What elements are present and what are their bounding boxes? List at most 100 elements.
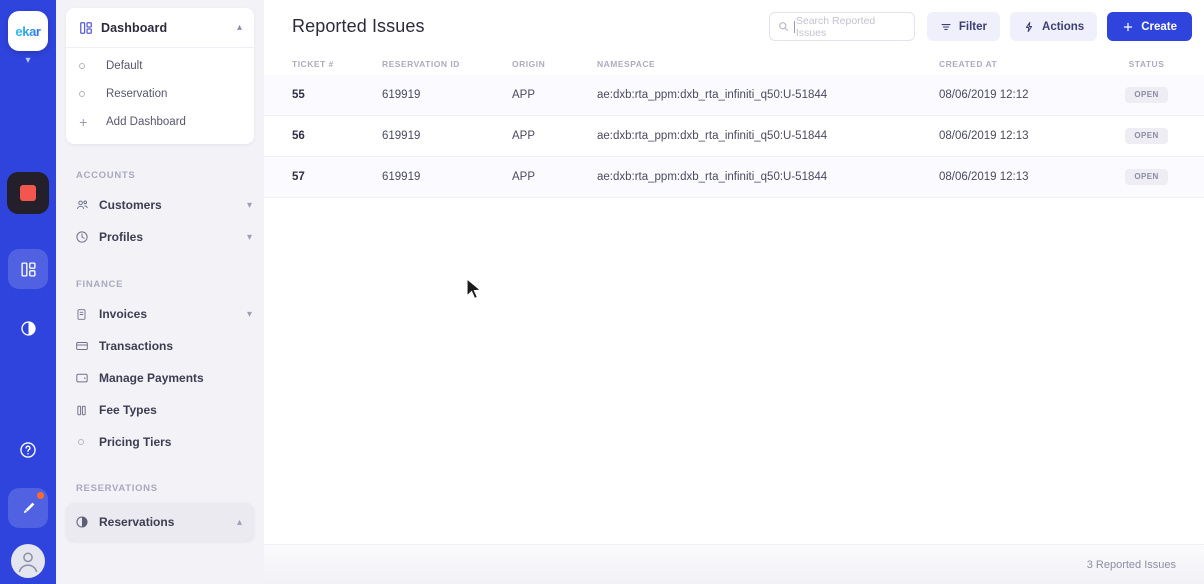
sidebar-item-label: Fee Types [99, 403, 157, 417]
cell-created-at: 08/06/2019 12:12 [939, 89, 1029, 101]
section-label-finance: FINANCE [76, 279, 124, 290]
ekar-logo[interactable]: ekar [8, 11, 48, 51]
actions-button[interactable]: Actions [1010, 12, 1098, 41]
cell-reservation-id: 619919 [382, 171, 421, 183]
table-row[interactable]: 56 619919 APP ae:dxb:rta_ppm:dxb_rta_inf… [264, 116, 1204, 157]
cell-ticket: 55 [292, 89, 305, 101]
table-body: 55 619919 APP ae:dxb:rta_ppm:dxb_rta_inf… [264, 75, 1204, 544]
cell-namespace: ae:dxb:rta_ppm:dxb_rta_infiniti_q50:U-51… [597, 89, 828, 101]
sidebar-item-manage-payments[interactable]: Manage Payments [56, 362, 264, 394]
logo-text: ekar [15, 23, 41, 39]
cell-reservation-id: 619919 [382, 89, 421, 101]
dot-icon [79, 63, 106, 69]
sidebar-item-reservations[interactable]: Reservations ▴ [66, 503, 254, 541]
chevron-up-icon[interactable]: ▴ [237, 22, 242, 33]
notification-dot [37, 492, 44, 499]
sidebar-item-label: Transactions [99, 339, 174, 353]
sidebar-item-label: Manage Payments [99, 371, 204, 385]
cell-origin: APP [512, 130, 536, 142]
page-toolbar: Reported Issues Search Reported Issues F… [264, 0, 1204, 53]
chevron-up-icon[interactable]: ▴ [237, 517, 242, 528]
lightning-icon [1023, 21, 1035, 33]
sidebar-item-label: Invoices [99, 307, 148, 321]
users-icon [75, 198, 99, 212]
create-button-label: Create [1141, 20, 1177, 33]
app-window: ekar ▾ Dashboard ▴ Default Reservation +… [0, 0, 1204, 584]
wallet-icon [75, 371, 99, 385]
user-avatar[interactable] [11, 544, 45, 578]
section-label-reservations: RESERVATIONS [76, 483, 158, 494]
sidebar-item-dashboard[interactable]: Dashboard ▴ [66, 8, 254, 47]
rail-help-button[interactable] [8, 430, 48, 470]
cell-namespace: ae:dxb:rta_ppm:dxb_rta_infiniti_q50:U-51… [597, 171, 828, 183]
plus-icon [1122, 21, 1134, 33]
help-circle-icon [20, 442, 36, 458]
sidebar-item-label: Add Dashboard [106, 116, 186, 128]
rail-dashboard-button[interactable] [8, 249, 48, 289]
column-header-ticket: TICKET # [292, 59, 334, 69]
cell-origin: APP [512, 89, 536, 101]
dashboard-icon [20, 261, 36, 277]
sidebar-item-label: Pricing Tiers [99, 435, 172, 449]
dot-icon [79, 91, 106, 97]
sidebar-item-label: Profiles [99, 230, 144, 244]
text-caret [793, 20, 795, 33]
cell-ticket: 56 [292, 130, 305, 142]
search-placeholder: Search Reported Issues [795, 14, 876, 39]
sidebar-item-pricing-tiers[interactable]: Pricing Tiers [56, 426, 264, 458]
column-header-reservation-id: RESERVATION ID [382, 59, 460, 69]
sidebar-reservations-card: Reservations ▴ [66, 503, 254, 541]
rail-globe-button[interactable] [8, 308, 48, 348]
sidebar-item-transactions[interactable]: Transactions [56, 330, 264, 362]
status-badge: OPEN [1125, 169, 1168, 185]
sidebar-item-reservation[interactable]: Reservation [66, 80, 254, 108]
table-row[interactable]: 55 619919 APP ae:dxb:rta_ppm:dxb_rta_inf… [264, 75, 1204, 116]
dot-icon [75, 439, 99, 445]
sidebar-item-fee-types[interactable]: Fee Types [56, 394, 264, 426]
table-header-row: TICKET # RESERVATION ID ORIGIN NAMESPACE… [264, 53, 1204, 75]
main-content: Reported Issues Search Reported Issues F… [264, 0, 1204, 584]
document-icon [75, 308, 99, 321]
rail-expand-chevron-icon[interactable]: ▾ [25, 56, 30, 66]
brush-icon [23, 502, 34, 513]
clock-icon [75, 230, 99, 244]
filter-button-label: Filter [958, 20, 988, 33]
rail-theme-button[interactable] [8, 488, 48, 528]
cell-reservation-id: 619919 [382, 130, 421, 142]
table-footer: 3 Reported Issues [264, 544, 1204, 584]
section-label-accounts: ACCOUNTS [76, 170, 136, 181]
recording-stop-button[interactable] [7, 172, 49, 214]
cell-namespace: ae:dxb:rta_ppm:dxb_rta_infiniti_q50:U-51… [597, 130, 828, 142]
sidebar-item-customers[interactable]: Customers ▾ [56, 189, 264, 221]
sidebar: Dashboard ▴ Default Reservation + Add Da… [56, 0, 264, 584]
filter-button[interactable]: Filter [926, 12, 1001, 41]
sidebar-item-add-dashboard[interactable]: + Add Dashboard [66, 108, 254, 136]
sidebar-item-label: Reservation [106, 88, 168, 100]
plus-icon: + [79, 114, 88, 130]
cell-ticket: 57 [292, 171, 305, 183]
table-row[interactable]: 57 619919 APP ae:dxb:rta_ppm:dxb_rta_inf… [264, 157, 1204, 198]
cell-created-at: 08/06/2019 12:13 [939, 171, 1029, 183]
card-icon [75, 339, 99, 353]
chevron-down-icon[interactable]: ▾ [247, 200, 252, 211]
create-button[interactable]: Create [1107, 12, 1192, 41]
sidebar-item-label: Default [106, 60, 143, 72]
sidebar-item-default[interactable]: Default [66, 52, 254, 80]
status-badge: OPEN [1125, 128, 1168, 144]
column-header-created-at: CREATED AT [939, 59, 998, 69]
filter-icon [940, 21, 952, 33]
chevron-down-icon[interactable]: ▾ [247, 309, 252, 320]
sidebar-dashboard-card: Dashboard ▴ Default Reservation + Add Da… [66, 8, 254, 144]
search-input[interactable]: Search Reported Issues [768, 12, 915, 41]
bars-icon [75, 404, 99, 417]
chevron-down-icon[interactable]: ▾ [247, 232, 252, 243]
page-title: Reported Issues [292, 16, 425, 36]
sidebar-item-profiles[interactable]: Profiles ▾ [56, 221, 264, 253]
sidebar-item-invoices[interactable]: Invoices ▾ [56, 298, 264, 330]
cell-origin: APP [512, 171, 536, 183]
divider [66, 47, 254, 48]
actions-button-label: Actions [1042, 20, 1085, 33]
column-header-status: STATUS [1128, 59, 1165, 69]
cell-created-at: 08/06/2019 12:13 [939, 130, 1029, 142]
icon-rail: ekar ▾ [0, 0, 56, 584]
